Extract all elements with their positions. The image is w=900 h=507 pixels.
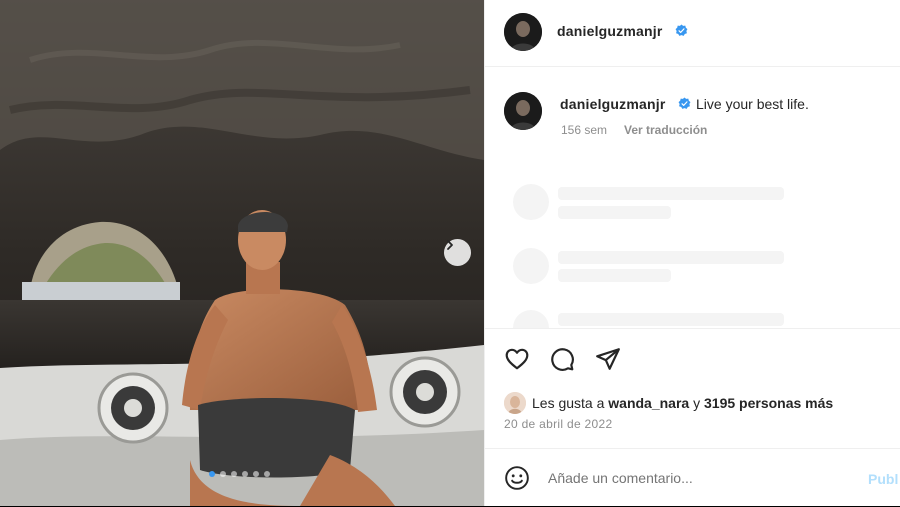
verified-badge-icon (675, 24, 688, 36)
comment-skeleton-line (558, 206, 671, 219)
liker-username[interactable]: wanda_nara (608, 395, 689, 411)
comment-skeleton-avatar (513, 184, 549, 220)
comment-skeleton-line (558, 187, 784, 200)
caption-username[interactable]: danielguzmanjr (560, 96, 665, 112)
comment-skeleton-avatar (513, 310, 549, 328)
photo-illustration (0, 0, 484, 506)
likes-others-count[interactable]: 3195 personas más (704, 395, 833, 411)
avatar-image (504, 92, 542, 130)
author-avatar[interactable] (504, 13, 542, 51)
comment-icon[interactable] (549, 346, 575, 372)
caption-author-avatar[interactable] (504, 92, 542, 130)
carousel-dot-3 (231, 471, 237, 477)
post-actions-bar (485, 328, 900, 371)
heart-icon[interactable] (504, 346, 530, 372)
carousel-dot-2 (220, 471, 226, 477)
carousel-dot-4 (242, 471, 248, 477)
carousel-dot-1 (209, 471, 215, 477)
post-photo[interactable] (0, 0, 484, 506)
carousel-indicator (209, 471, 270, 477)
carousel-next-button[interactable] (444, 239, 471, 266)
comment-skeleton-line (558, 313, 784, 326)
liker-avatar[interactable] (504, 392, 526, 414)
post-header: danielguzmanjr (485, 0, 900, 67)
comment-skeleton-line (558, 269, 671, 282)
comment-input[interactable] (548, 470, 848, 486)
carousel-dot-6 (264, 471, 270, 477)
see-translation-link[interactable]: Ver traducción (624, 123, 707, 137)
header-username[interactable]: danielguzmanjr (557, 23, 662, 39)
post-side-panel: danielguzmanjr danielguzmanjr Live your … (484, 0, 900, 506)
share-icon[interactable] (595, 346, 621, 372)
emoji-icon[interactable] (504, 465, 530, 491)
likes-connector: y (693, 395, 701, 411)
add-comment-bar: Publ (485, 448, 900, 507)
publish-button[interactable]: Publ (868, 471, 898, 487)
likes-prefix: Les gusta a (532, 395, 605, 411)
comment-skeleton-line (558, 251, 784, 264)
carousel-dot-5 (253, 471, 259, 477)
comment-skeleton-avatar (513, 248, 549, 284)
chevron-right-icon (447, 240, 453, 250)
caption-text: Live your best life. (696, 96, 809, 112)
post-date[interactable]: 20 de abril de 2022 (504, 417, 612, 431)
verified-badge-icon (678, 97, 691, 109)
likes-summary: Les gusta a wanda_nara y 3195 personas m… (504, 392, 833, 414)
post-age[interactable]: 156 sem (561, 123, 607, 137)
avatar-image (504, 13, 542, 51)
avatar-image (504, 392, 526, 414)
